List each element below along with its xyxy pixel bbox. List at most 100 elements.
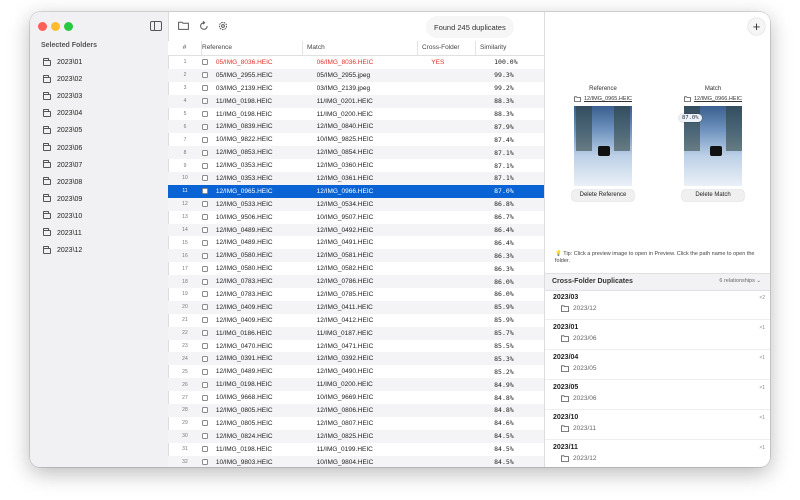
reference-image[interactable] bbox=[574, 106, 632, 186]
sidebar-folder-item[interactable]: 2023\08 bbox=[30, 174, 168, 191]
table-row[interactable]: 30 12/IMG_0824.HEIC 12/IMG_0825.HEIC 84.5% bbox=[168, 429, 544, 443]
table-row[interactable]: 1 05/IMG_8036.HEIC 06/IMG_8036.HEIC YES 100.… bbox=[168, 56, 544, 69]
row-checkbox[interactable] bbox=[201, 136, 208, 143]
sidebar-folder-item[interactable]: 2023\07 bbox=[30, 157, 168, 174]
table-row[interactable]: 21 12/IMG_0409.HEIC 12/IMG_0412.HEIC 85.9% bbox=[168, 314, 544, 327]
add-folder-button[interactable]: + bbox=[748, 18, 765, 35]
row-checkbox[interactable] bbox=[201, 459, 208, 466]
row-checkbox[interactable] bbox=[201, 239, 208, 246]
table-row[interactable]: 32 10/IMG_9803.HEIC 10/IMG_9804.HEIC 84.5% bbox=[168, 455, 544, 467]
table-row[interactable]: 10 12/IMG_0353.HEIC 12/IMG_0361.HEIC 87.1% bbox=[168, 172, 544, 185]
sidebar-toggle-icon[interactable] bbox=[150, 21, 162, 31]
table-row[interactable]: 22 11/IMG_0186.HEIC 11/IMG_0187.HEIC 85.7% bbox=[168, 326, 544, 340]
table-row[interactable]: 6 12/IMG_0839.HEIC 12/IMG_0840.HEIC 87.9% bbox=[168, 120, 544, 134]
row-checkbox[interactable] bbox=[201, 188, 208, 195]
table-row[interactable]: 18 12/IMG_0783.HEIC 12/IMG_0786.HEIC 86.0% bbox=[168, 275, 544, 289]
col-header-cross-folder[interactable]: Cross-Folder bbox=[418, 41, 476, 55]
col-header-similarity[interactable]: Similarity bbox=[476, 41, 530, 55]
row-checkbox[interactable] bbox=[201, 175, 208, 182]
table-row[interactable]: 27 10/IMG_9668.HEIC 10/IMG_9669.HEIC 84.8% bbox=[168, 391, 544, 404]
row-checkbox[interactable] bbox=[201, 162, 208, 169]
sidebar-folder-item[interactable]: 2023\09 bbox=[30, 191, 168, 208]
table-row[interactable]: 4 11/IMG_0198.HEIC 11/IMG_0201.HEIC 88.3% bbox=[168, 94, 544, 108]
row-checkbox[interactable] bbox=[201, 201, 208, 208]
sidebar-folder-item[interactable]: 2023\12 bbox=[30, 242, 168, 259]
cross-folder-item[interactable]: 2023/04 2023/05 ×1 bbox=[545, 350, 770, 380]
zoom-window-button[interactable] bbox=[64, 22, 73, 31]
row-checkbox[interactable] bbox=[201, 317, 208, 324]
row-checkbox[interactable] bbox=[201, 446, 208, 453]
cross-folder-item[interactable]: 2023/11 2023/12 ×1 bbox=[545, 440, 770, 467]
table-row[interactable]: 16 12/IMG_0580.HEIC 12/IMG_0581.HEIC 86.3% bbox=[168, 249, 544, 263]
sidebar-folder-item[interactable]: 2023\11 bbox=[30, 225, 168, 242]
row-checkbox[interactable] bbox=[201, 420, 208, 427]
row-checkbox[interactable] bbox=[201, 98, 208, 105]
row-checkbox[interactable] bbox=[201, 227, 208, 234]
table-row[interactable]: 8 12/IMG_0853.HEIC 12/IMG_0854.HEIC 87.1% bbox=[168, 146, 544, 160]
cross-folder-header[interactable]: Cross-Folder Duplicates 6 relationships … bbox=[545, 273, 770, 291]
table-row[interactable]: 12 12/IMG_0533.HEIC 12/IMG_0534.HEIC 86.8% bbox=[168, 197, 544, 211]
row-checkbox[interactable] bbox=[201, 304, 208, 311]
row-checkbox[interactable] bbox=[201, 111, 208, 117]
row-checkbox[interactable] bbox=[201, 433, 208, 440]
table-row[interactable]: 11 12/IMG_0965.HEIC 12/IMG_0966.HEIC 87.0% bbox=[168, 184, 544, 198]
table-row[interactable]: 19 12/IMG_0783.HEIC 12/IMG_0785.HEIC 86.0% bbox=[168, 288, 544, 301]
table-row[interactable]: 31 11/IMG_0198.HEIC 11/IMG_0199.HEIC 84.5% bbox=[168, 443, 544, 456]
reference-path-link[interactable]: 12/IMG_0965.HEIC bbox=[558, 96, 648, 102]
minimize-window-button[interactable] bbox=[51, 22, 60, 31]
sidebar-folder-item[interactable]: 2023\04 bbox=[30, 105, 168, 122]
row-checkbox[interactable] bbox=[201, 59, 208, 66]
row-checkbox[interactable] bbox=[201, 355, 208, 362]
sidebar-folder-item[interactable]: 2023\10 bbox=[30, 208, 168, 225]
close-window-button[interactable] bbox=[38, 22, 47, 31]
row-checkbox[interactable] bbox=[201, 291, 208, 298]
table-row[interactable]: 5 11/IMG_0198.HEIC 11/IMG_0200.HEIC 88.3% bbox=[168, 108, 544, 121]
table-row[interactable]: 29 12/IMG_0805.HEIC 12/IMG_0807.HEIC 84.6% bbox=[168, 417, 544, 430]
row-checkbox[interactable] bbox=[201, 265, 208, 272]
row-checkbox[interactable] bbox=[201, 149, 208, 156]
cross-folder-item[interactable]: 2023/10 2023/11 ×1 bbox=[545, 410, 770, 440]
row-checkbox[interactable] bbox=[201, 214, 208, 221]
folder-icon[interactable] bbox=[178, 21, 189, 33]
table-row[interactable]: 17 12/IMG_0580.HEIC 12/IMG_0582.HEIC 86.3% bbox=[168, 262, 544, 275]
table-row[interactable]: 26 11/IMG_0198.HEIC 11/IMG_0200.HEIC 84.9% bbox=[168, 378, 544, 392]
sidebar-folder-item[interactable]: 2023\05 bbox=[30, 122, 168, 139]
table-row[interactable]: 20 12/IMG_0409.HEIC 12/IMG_0411.HEIC 85.9% bbox=[168, 300, 544, 314]
row-checkbox[interactable] bbox=[201, 381, 208, 388]
delete-reference-button[interactable]: Delete Reference bbox=[572, 190, 634, 201]
cross-folder-item[interactable]: 2023/03 2023/12 ×2 bbox=[545, 290, 770, 320]
col-header-number[interactable]: # bbox=[168, 41, 202, 55]
row-checkbox[interactable] bbox=[201, 123, 208, 130]
row-checkbox[interactable] bbox=[201, 407, 208, 414]
row-checkbox[interactable] bbox=[201, 394, 208, 401]
table-row[interactable]: 7 10/IMG_9822.HEIC 10/IMG_9825.HEIC 87.4% bbox=[168, 133, 544, 146]
row-checkbox[interactable] bbox=[201, 330, 208, 337]
table-row[interactable]: 24 12/IMG_0391.HEIC 12/IMG_0392.HEIC 85.3% bbox=[168, 352, 544, 366]
col-header-reference[interactable]: Reference bbox=[202, 41, 303, 55]
table-row[interactable]: 2 05/IMG_2955.HEIC 05/IMG_2955.jpeg 99.3% bbox=[168, 68, 544, 82]
table-row[interactable]: 28 12/IMG_0805.HEIC 12/IMG_0806.HEIC 84.8% bbox=[168, 404, 544, 417]
sidebar-folder-item[interactable]: 2023\03 bbox=[30, 88, 168, 105]
table-row[interactable]: 3 03/IMG_2139.HEIC 03/IMG_2139.jpeg 99.2% bbox=[168, 82, 544, 95]
table-row[interactable]: 9 12/IMG_0353.HEIC 12/IMG_0360.HEIC 87.1% bbox=[168, 159, 544, 172]
sidebar-folder-item[interactable]: 2023\06 bbox=[30, 139, 168, 156]
row-checkbox[interactable] bbox=[201, 72, 208, 79]
row-checkbox[interactable] bbox=[201, 252, 208, 259]
match-path-link[interactable]: 12/IMG_0966.HEIC bbox=[668, 96, 758, 102]
table-row[interactable]: 23 12/IMG_0470.HEIC 12/IMG_0471.HEIC 85.5% bbox=[168, 340, 544, 353]
cross-folder-item[interactable]: 2023/05 2023/06 ×1 bbox=[545, 380, 770, 410]
gear-icon[interactable] bbox=[218, 21, 228, 34]
row-checkbox[interactable] bbox=[201, 278, 208, 285]
row-checkbox[interactable] bbox=[201, 85, 208, 92]
table-row[interactable]: 25 12/IMG_0489.HEIC 12/IMG_0490.HEIC 85.2% bbox=[168, 365, 544, 378]
sidebar-folder-item[interactable]: 2023\02 bbox=[30, 71, 168, 88]
col-header-match[interactable]: Match bbox=[303, 41, 418, 55]
row-checkbox[interactable] bbox=[201, 343, 208, 350]
table-row[interactable]: 13 10/IMG_9506.HEIC 10/IMG_9507.HEIC 86.7% bbox=[168, 211, 544, 224]
table-row[interactable]: 14 12/IMG_0489.HEIC 12/IMG_0492.HEIC 86.4% bbox=[168, 223, 544, 237]
sidebar-folder-item[interactable]: 2023\01 bbox=[30, 54, 168, 71]
delete-match-button[interactable]: Delete Match bbox=[682, 190, 744, 201]
refresh-icon[interactable] bbox=[199, 20, 209, 34]
table-row[interactable]: 15 12/IMG_0489.HEIC 12/IMG_0491.HEIC 86.4% bbox=[168, 236, 544, 249]
row-checkbox[interactable] bbox=[201, 368, 208, 375]
